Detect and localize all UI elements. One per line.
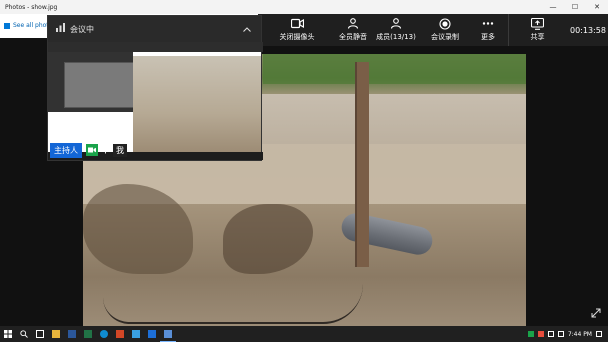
microphone-icon[interactable] [102, 144, 109, 157]
window-title: Photos - show.jpg [5, 3, 58, 11]
window-title-bar: Photos - show.jpg — ☐ ✕ [0, 0, 608, 14]
mute-all-button[interactable]: 全员静音 [336, 14, 370, 46]
network-icon[interactable] [547, 331, 554, 337]
maximize-button[interactable]: ☐ [564, 3, 586, 11]
meeting-toolbar: 关闭摄像头 全员静音 成员(13/13) 会议录制 更多 共享 00:13:58 [258, 14, 608, 46]
more-button[interactable]: 更多 [468, 14, 508, 46]
camera-on-icon[interactable] [86, 144, 98, 156]
people-icon [390, 18, 402, 32]
window-controls: — ☐ ✕ [542, 3, 608, 11]
mini-toolbar-strip [48, 42, 263, 52]
host-badge: 主持人 [50, 142, 82, 158]
more-icon [482, 18, 494, 32]
members-label: 成员(13/13) [376, 33, 416, 41]
more-label: 更多 [481, 33, 495, 41]
members-button[interactable]: 成员(13/13) [370, 14, 422, 46]
taskbar-clock[interactable]: 7:44 PM [568, 331, 592, 338]
volume-icon[interactable] [557, 331, 564, 337]
chat-app-icon[interactable] [128, 326, 144, 342]
task-view-icon[interactable] [32, 326, 48, 342]
meeting-status-title: 会议中 [70, 24, 94, 34]
minimize-button[interactable]: — [542, 3, 564, 11]
file-explorer-icon[interactable] [48, 326, 64, 342]
camera-off-button[interactable]: 关闭摄像头 [258, 14, 336, 46]
taskbar: 7:44 PM [0, 326, 608, 342]
tray-app-icon-red[interactable] [537, 331, 544, 337]
mini-shared-photo [133, 56, 261, 152]
collapse-chevron-icon[interactable] [243, 25, 251, 34]
mute-all-icon [347, 18, 359, 32]
search-icon[interactable] [16, 326, 32, 342]
meeting-timer: 00:13:58 [570, 25, 606, 35]
share-button[interactable]: 共享 [508, 14, 566, 46]
signal-bars-icon [56, 23, 65, 35]
screen: Photos - show.jpg — ☐ ✕ See all photos 关… [0, 0, 608, 342]
tray-app-icon-green[interactable] [527, 331, 534, 337]
close-button[interactable]: ✕ [586, 3, 608, 11]
mute-all-label: 全员静音 [339, 33, 367, 41]
photo-pole [355, 62, 369, 267]
meeting-app-icon[interactable] [144, 326, 160, 342]
photos-taskbar-icon[interactable] [160, 326, 176, 342]
mini-shared-screen-dark [48, 52, 140, 112]
edge-icon[interactable] [96, 326, 112, 342]
fullscreen-expand-icon[interactable] [591, 308, 601, 321]
share-label: 共享 [530, 33, 545, 41]
meeting-mini-header[interactable]: 会议中 [48, 16, 261, 42]
share-screen-icon [530, 17, 545, 32]
video-camera-icon [290, 18, 304, 32]
photos-app-icon [4, 22, 10, 29]
mini-participant-bar: 主持人 我 [48, 140, 127, 160]
system-tray: 7:44 PM [527, 331, 608, 338]
word-icon[interactable] [64, 326, 80, 342]
excel-icon[interactable] [80, 326, 96, 342]
mini-nested-preview [64, 62, 140, 108]
meeting-mini-window[interactable]: 会议中 主持人 我 [47, 15, 263, 161]
start-windows-icon[interactable] [0, 326, 16, 342]
record-button[interactable]: 会议录制 [422, 14, 468, 46]
camera-off-label: 关闭摄像头 [279, 33, 315, 41]
photo-cable [103, 284, 363, 324]
record-label: 会议录制 [431, 33, 459, 41]
record-icon [439, 18, 451, 32]
photo-vegetation [263, 54, 526, 84]
self-label: 我 [113, 143, 127, 157]
powerpoint-icon[interactable] [112, 326, 128, 342]
notification-icon[interactable] [596, 331, 602, 337]
